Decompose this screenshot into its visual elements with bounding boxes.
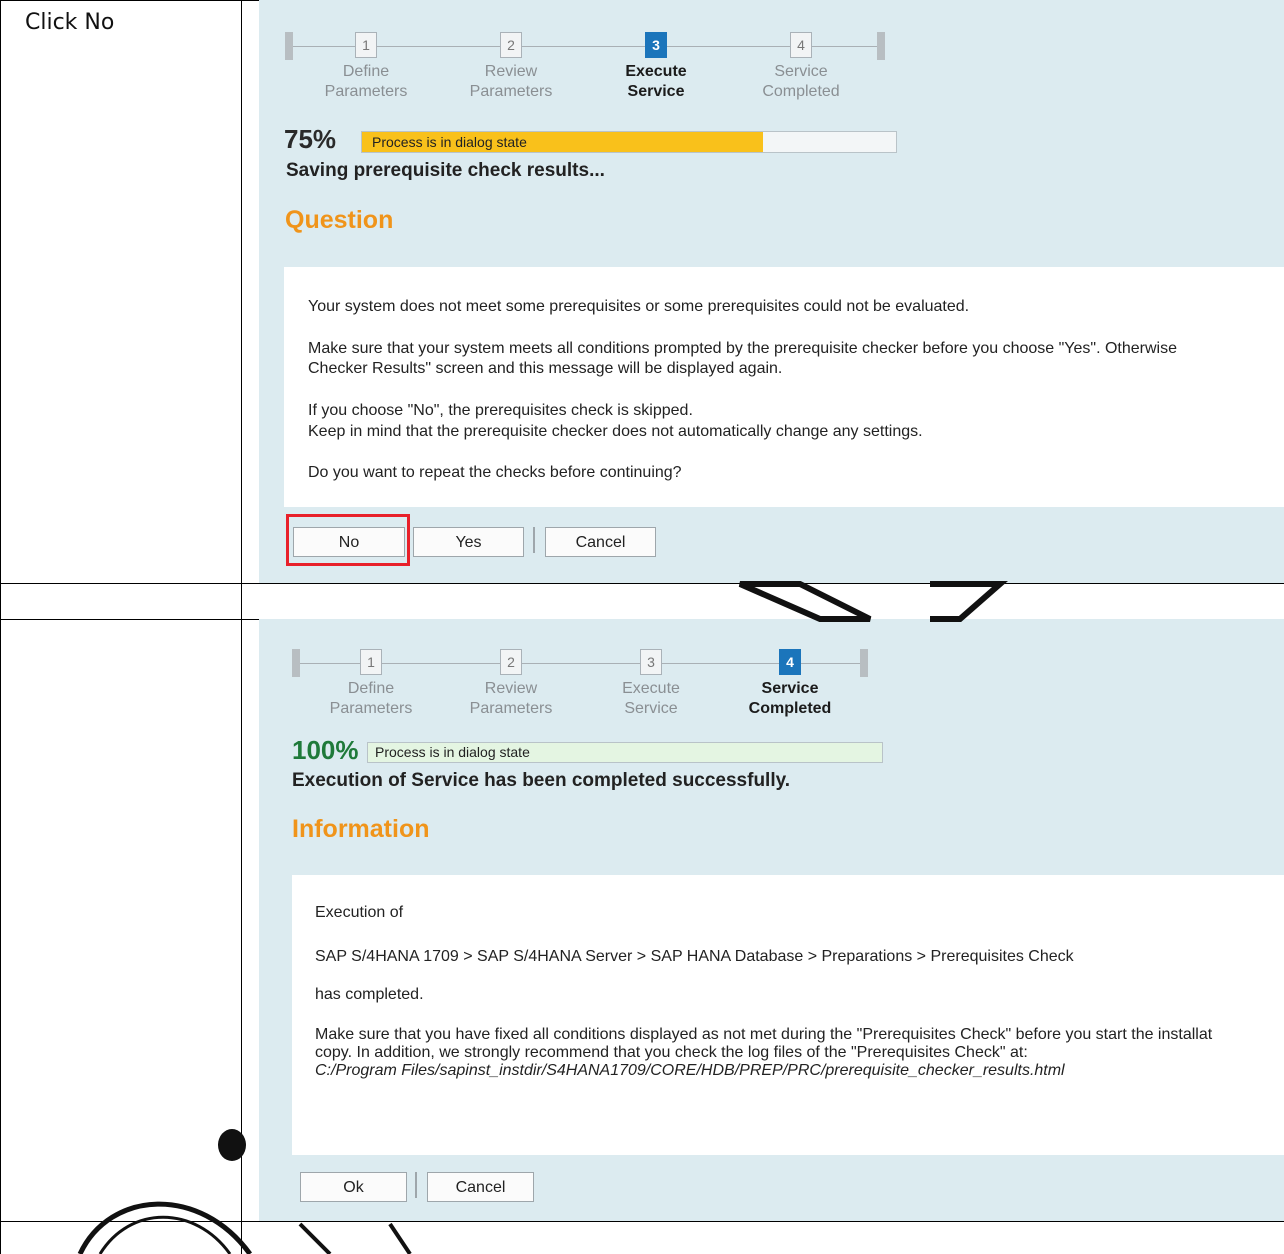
roadmap-stepper: 1 Define Parameters 2 Review Parameters 3 … [292, 647, 892, 727]
ok-button[interactable]: Ok [300, 1172, 407, 1202]
progress-percent: 75% [284, 124, 337, 154]
roadmap-stepper: 1 Define Parameters 2 Review Parameters 3 … [285, 30, 885, 110]
step-label-active: Service Completed [748, 680, 832, 717]
message-box: Execution of SAP S/4HANA 1709 > SAP S/4H… [292, 875, 1284, 1155]
instruction-text: Click No [25, 10, 115, 35]
roadmap-step-define-parameters: 1 Define Parameters [293, 32, 439, 102]
message-line: Execution of [315, 904, 404, 921]
dialog-heading: Information [292, 815, 430, 843]
message-line: has completed. [315, 986, 424, 1003]
roadmap-step-execute-service: 3 Execute Service [583, 32, 729, 102]
roadmap-step-review-parameters: 2 Review Parameters [438, 32, 584, 102]
roadmap-step-define-parameters: 1 Define Parameters [298, 649, 444, 719]
dialog-heading: Question [285, 206, 394, 234]
step-label: Execute Service [622, 680, 680, 717]
roadmap-step-service-completed: 4 Service Completed [717, 649, 863, 719]
step-number: 2 [500, 649, 522, 675]
step-label: Service Completed [762, 63, 840, 100]
step-label: Review Parameters [469, 63, 553, 100]
sapinst-question-screenshot: 1 Define Parameters 2 Review Parameters 3 … [259, 0, 1284, 583]
progress-bar: Process is in dialog state [367, 742, 883, 763]
progress-text: Process is in dialog state [375, 744, 530, 760]
roadmap-step-service-completed: 4 Service Completed [728, 32, 874, 102]
step-number-active: 3 [645, 32, 667, 58]
sapinst-information-screenshot: 1 Define Parameters 2 Review Parameters 3 … [259, 619, 1284, 1221]
roadmap-step-review-parameters: 2 Review Parameters [438, 649, 584, 719]
step-number: 4 [790, 32, 812, 58]
step-number: 1 [360, 649, 382, 675]
roadmap-step-execute-service: 3 Execute Service [578, 649, 724, 719]
message-line: Make sure that you have fixed all condit… [315, 1026, 1213, 1043]
message-line: SAP S/4HANA 1709 > SAP S/4HANA Server > … [315, 948, 1074, 965]
table-border-left [0, 0, 1, 1254]
table-row-divider [0, 1221, 1284, 1222]
log-file-path: C:/Program Files/sapinst_instdir/S4HANA1… [315, 1062, 1065, 1079]
status-text: Saving prerequisite check results... [286, 160, 605, 181]
roadmap-end-cap [877, 32, 885, 60]
progress-bar: Process is in dialog state [361, 131, 897, 153]
button-separator [533, 527, 535, 553]
step-number: 1 [355, 32, 377, 58]
yes-button[interactable]: Yes [413, 527, 524, 557]
progress-percent: 100% [292, 735, 359, 765]
cancel-button[interactable]: Cancel [545, 527, 656, 557]
no-button[interactable]: No [293, 527, 405, 557]
message-line: Checker Results" screen and this message… [308, 360, 783, 377]
button-separator [415, 1172, 417, 1198]
message-box: Your system does not meet some prerequis… [284, 267, 1284, 507]
step-number-active: 4 [779, 649, 801, 675]
roadmap-start-cap [285, 32, 293, 60]
table-column-divider [241, 0, 242, 1254]
message-line: Do you want to repeat the checks before … [308, 464, 682, 481]
status-text: Execution of Service has been completed … [292, 770, 791, 791]
step-number: 3 [640, 649, 662, 675]
step-label-active: Execute Service [625, 63, 687, 100]
message-line: Make sure that your system meets all con… [308, 340, 1177, 357]
message-line: copy. In addition, we strongly recommend… [315, 1044, 1028, 1061]
message-line: Your system does not meet some prerequis… [308, 298, 970, 315]
table-row-divider [0, 583, 1284, 584]
cancel-button[interactable]: Cancel [427, 1172, 534, 1202]
step-label: Define Parameters [324, 63, 408, 100]
progress-text: Process is in dialog state [372, 134, 527, 150]
message-line: If you choose "No", the prerequisites ch… [308, 402, 693, 419]
step-label: Define Parameters [329, 680, 413, 717]
step-number: 2 [500, 32, 522, 58]
step-label: Review Parameters [469, 680, 553, 717]
message-line: Keep in mind that the prerequisite check… [308, 423, 923, 440]
